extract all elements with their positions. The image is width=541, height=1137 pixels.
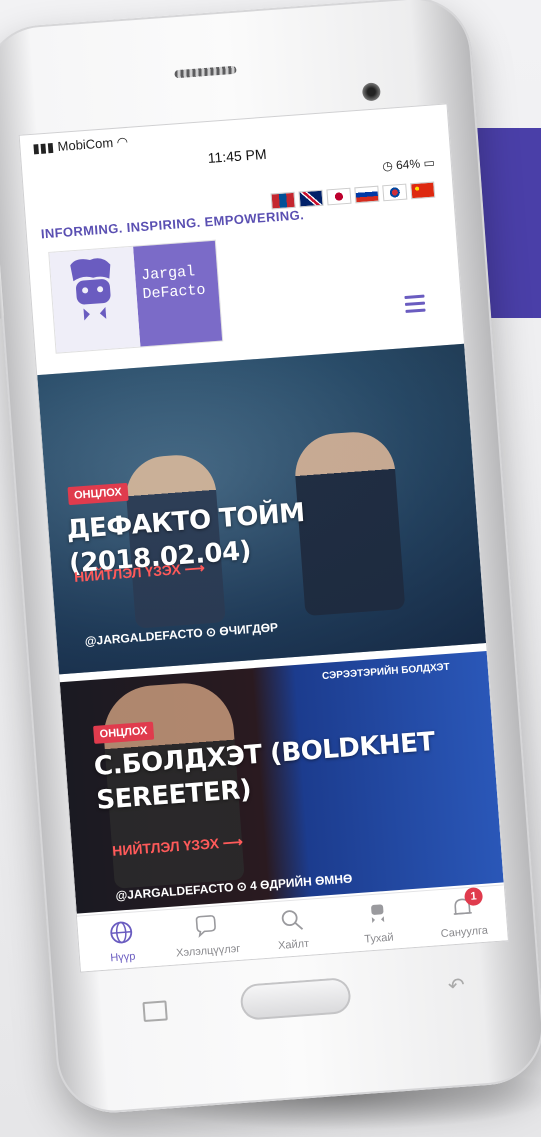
- profile-icon: [370, 904, 384, 924]
- flag-korea-icon[interactable]: [382, 183, 408, 202]
- featured-article-card[interactable]: СЭРЭЭТЭРИЙН БОЛДХЭТ ОНЦЛОХ С.БОЛДХЭТ (BO…: [59, 650, 504, 914]
- notification-count-badge: 1: [463, 886, 484, 907]
- globe-icon: [110, 921, 132, 944]
- logo-wordmark: Jargal DeFacto: [133, 240, 223, 347]
- signal-icon: ▮▮▮: [32, 139, 59, 156]
- battery-indicator: ◷ 64% ▭: [381, 155, 436, 174]
- tab-about[interactable]: Тухай: [333, 892, 422, 954]
- tab-home[interactable]: Нүүр: [77, 910, 166, 972]
- app-screen: ▮▮▮ MobiCom ◠ 11:45 PM ◷ 64% ▭ INFORMING…: [18, 103, 509, 973]
- tab-label: Хайлт: [277, 937, 310, 952]
- featured-badge: ОНЦЛОХ: [67, 482, 129, 506]
- article-time: ӨЧИГДӨР: [218, 620, 279, 639]
- flag-mongolia-icon[interactable]: [270, 191, 296, 210]
- chat-icon: [196, 915, 217, 938]
- tab-label: Хэлэлцүүлэг: [175, 942, 241, 960]
- home-button[interactable]: [239, 976, 352, 1021]
- side-button: [0, 188, 4, 319]
- flag-russia-icon[interactable]: [354, 185, 380, 204]
- wifi-icon: ◠: [116, 133, 129, 150]
- clock-icon: ⊙: [236, 878, 251, 894]
- tab-label: Сануулга: [440, 924, 489, 941]
- tab-label: Нүүр: [109, 950, 136, 965]
- tab-notifications[interactable]: 1 Сануулга: [418, 885, 507, 947]
- back-icon[interactable]: ↶: [447, 974, 476, 997]
- clock-icon: ⊙: [205, 624, 220, 640]
- search-icon: [281, 910, 304, 930]
- flag-china-icon[interactable]: [410, 181, 436, 200]
- front-camera: [361, 82, 382, 102]
- status-bar: ▮▮▮ MobiCom ◠ 11:45 PM ◷ 64% ▭: [20, 104, 449, 173]
- menu-hamburger-icon[interactable]: [404, 294, 426, 314]
- language-flags: [270, 181, 436, 210]
- tab-search[interactable]: Хайлт: [248, 898, 337, 960]
- slide-title: СЭРЭЭТЭРИЙН БОЛДХЭТ: [321, 661, 451, 683]
- site-logo[interactable]: Jargal DeFacto: [48, 239, 224, 354]
- carrier-label: ▮▮▮ MobiCom ◠: [32, 133, 129, 156]
- tab-label: Тухай: [363, 931, 395, 946]
- author-handle[interactable]: @JARGALDEFACTO: [84, 626, 203, 649]
- flag-japan-icon[interactable]: [326, 187, 352, 206]
- alarm-icon: ◷: [381, 158, 397, 174]
- phone-body: ▮▮▮ MobiCom ◠ 11:45 PM ◷ 64% ▭ INFORMING…: [0, 0, 541, 1117]
- featured-article-card[interactable]: ОНЦЛОХ ДЕФАКТО ТОЙМ (2018.02.04) НИЙТЛЭЛ…: [37, 343, 487, 675]
- status-time: 11:45 PM: [207, 145, 268, 167]
- site-tagline: INFORMING. INSPIRING. EMPOWERING.: [40, 207, 305, 242]
- recent-apps-icon[interactable]: [142, 1000, 168, 1023]
- battery-icon: ▭: [422, 155, 436, 171]
- tab-discussion[interactable]: Хэлэлцүүлэг: [162, 904, 251, 966]
- phone-mockup: ▮▮▮ MobiCom ◠ 11:45 PM ◷ 64% ▭ INFORMING…: [0, 0, 541, 1137]
- earpiece-speaker: [174, 65, 237, 79]
- flag-uk-icon[interactable]: [298, 189, 324, 208]
- logo-mascot-icon: [49, 246, 141, 353]
